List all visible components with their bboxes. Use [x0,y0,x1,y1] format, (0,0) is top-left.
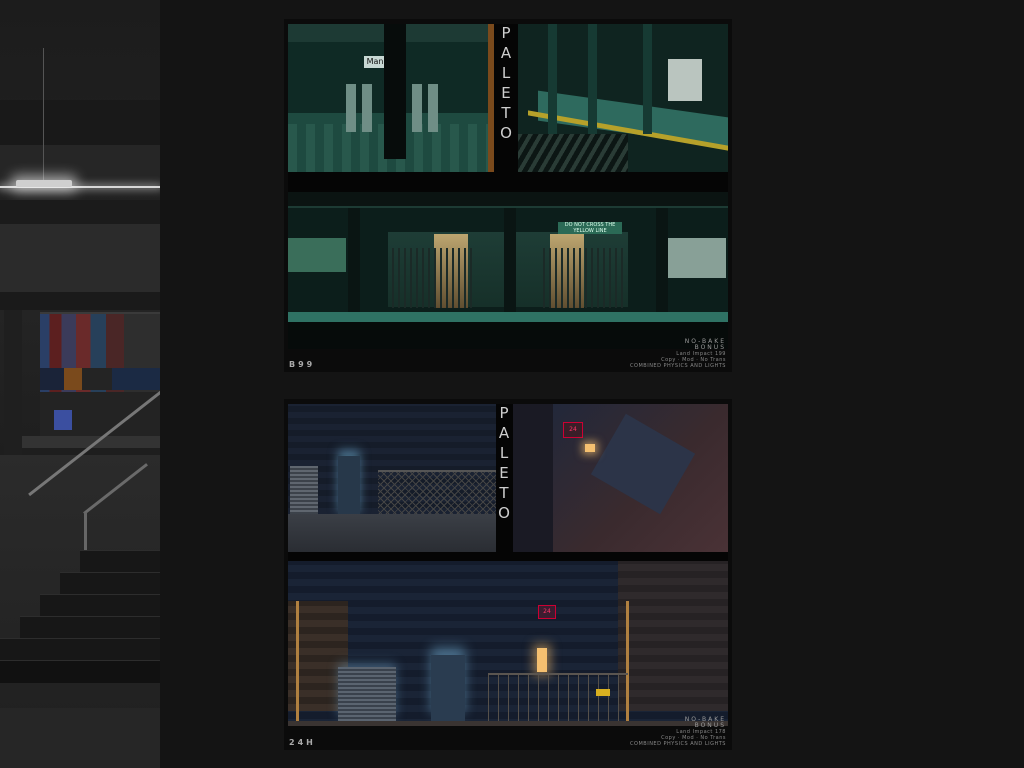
brick-wall-right [618,561,728,711]
warning-sign: DO NOT CROSS THE YELLOW LINE [558,222,622,234]
turnstile [428,84,438,132]
product-info-tag: NO-BAKE BONUS Land Impact 199 Copy · Mod… [630,339,726,370]
alley-wide-view: 24 [288,561,728,726]
wall-lamp [537,648,547,672]
chain-fence [378,470,496,518]
tag-line: COMBINED PHYSICS AND LIGHTS [630,363,726,369]
vending-machine [54,410,72,430]
product-info-tag: NO-BAKE BONUS Land Impact 178 Copy · Mod… [630,717,726,748]
track [518,134,628,172]
street-lamp [585,444,595,452]
roller-shutter [290,466,318,514]
stair-step [60,572,160,595]
subway-platform-view [518,24,728,172]
viewport-scene [0,0,160,768]
hanging-lamp [16,180,72,187]
brand-letter: O [500,124,514,142]
subway-turnstiles-view: Man [288,24,494,172]
brand-letter: L [499,444,511,462]
ceiling [288,192,728,208]
drain-pipe [296,601,299,721]
lamp-wire [43,48,44,180]
brand-vertical: P A L E T O [496,403,514,523]
stair-step [0,638,160,661]
shop-shelf [40,368,160,390]
landing-floor [0,708,160,768]
brand-letter: A [500,44,514,62]
lit-door [338,456,360,518]
station-sign: Man [364,56,386,68]
stair-step [80,550,160,573]
brand-letter: L [501,64,513,82]
brand-letter: P [499,404,511,422]
poster-card-b99[interactable]: Man DO NOT CROSS THE YELLOW LINE P A L E… [284,19,732,372]
platform-pole [643,24,652,134]
stair-step [0,660,160,683]
wall-poster [668,238,726,278]
brand-letter: P [501,24,513,42]
brand-letter: T [499,484,511,502]
pillar [4,310,22,455]
column [656,208,668,316]
brand-vertical: P A L E T O [498,23,516,143]
product-caption: 24H [289,738,316,747]
column [348,208,360,316]
turnstile [412,84,422,132]
product-caption: B99 [289,360,316,369]
neon-sign: 24 [538,605,556,619]
platform-pole [548,24,557,134]
alley-aerial-view: 24 [513,404,728,552]
beam [0,292,160,310]
stair-step [40,594,160,617]
back-wall [0,224,160,294]
ceiling [0,100,160,146]
platform-edge [288,312,728,322]
turnstile [346,84,356,132]
brand-letter: A [498,424,512,442]
orange-trim [488,24,494,172]
alley-street-view [288,404,496,552]
pavement [288,514,496,552]
staircase [0,520,160,710]
platform-pole [588,24,597,134]
chain-fence [488,673,628,721]
neon-sign: 24 [563,422,583,438]
brand-letter: T [501,104,513,122]
column [504,208,516,316]
brand-letter: E [501,84,513,102]
yellow-sign [596,689,610,696]
turnstile [362,84,372,132]
brand-letter: E [499,464,511,482]
lit-door [431,655,465,721]
poster-card-24h[interactable]: 24 24 P A L E T O 24H NO-BAKE BONUS Land… [284,399,732,750]
stair-step [20,616,160,639]
wall-band [0,200,160,224]
brand-letter: O [498,504,512,522]
gate [392,248,472,308]
column [384,24,406,159]
tag-line: COMBINED PHYSICS AND LIGHTS [630,741,726,747]
wall-poster [668,59,702,101]
roller-shutter [338,667,396,721]
gate [543,248,623,308]
subway-wide-view: DO NOT CROSS THE YELLOW LINE [288,192,728,349]
wall-map [288,238,346,272]
